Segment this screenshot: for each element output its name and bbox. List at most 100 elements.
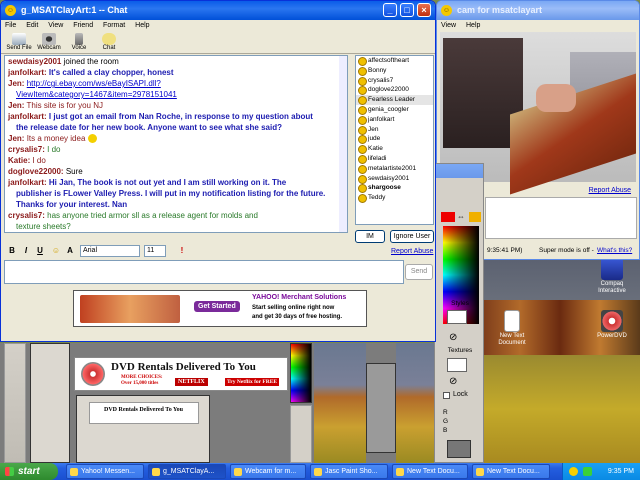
im-button[interactable]: IM (355, 230, 385, 243)
chat-message: janfolkart: It's called a clay chopper, … (8, 67, 344, 78)
palette-title-bar[interactable] (435, 164, 483, 178)
user-list-item[interactable]: Katie (356, 144, 433, 154)
texture-swatch[interactable] (447, 358, 467, 372)
webcam-report-abuse-link[interactable]: Report Abuse (589, 187, 631, 194)
menu-view[interactable]: View (48, 22, 63, 29)
style-swatch[interactable] (447, 310, 467, 324)
webcam-window-icon: ☺ (441, 5, 452, 16)
message-user: doglove22000: (8, 167, 64, 176)
taskbar-chat[interactable]: g_MSATClayA... (148, 464, 226, 479)
bold-button[interactable]: B (6, 245, 18, 257)
menu-file[interactable]: File (5, 22, 16, 29)
start-button[interactable]: start (0, 463, 58, 480)
desktop: Compaq Interactive New Text Document Pow… (0, 0, 640, 480)
minimize-button[interactable]: _ (383, 3, 397, 17)
ignore-user-button[interactable]: Ignore User (390, 230, 434, 243)
super-mode-status: Super mode is off - (539, 247, 594, 254)
ad-get-started-button[interactable]: Get Started (194, 301, 240, 312)
smiley-picker-icon[interactable]: ☺ (50, 245, 62, 257)
size-select[interactable]: 11 (144, 245, 166, 257)
message-user: Jen: (8, 101, 25, 110)
chat-message: crysalis7: has anyone tried armor sll as… (8, 210, 344, 221)
clock[interactable]: 9:35 PM (608, 468, 634, 475)
chat-label: Chat (102, 45, 116, 51)
menu-help[interactable]: Help (135, 22, 149, 29)
user-list-item[interactable]: Bonny (356, 66, 433, 76)
chat-title-bar[interactable]: ☺ g_MSATClayArt:1 -- Chat _ □ × (1, 1, 435, 20)
alert-icon[interactable]: ! (176, 245, 188, 257)
user-list-item[interactable]: janfolkart (356, 115, 433, 125)
message-text: joined the room (63, 57, 119, 66)
webcam-menu-help[interactable]: Help (466, 22, 480, 29)
no-style-icon[interactable]: ⊘ (449, 332, 457, 343)
menu-friend[interactable]: Friend (73, 22, 93, 29)
user-list-item[interactable]: Jen (356, 125, 433, 135)
menu-edit[interactable]: Edit (26, 22, 38, 29)
user-list-item[interactable]: Fearless Leader (356, 95, 433, 105)
room-user-list[interactable]: affectsoftheart Bonny crysalis7 doglove2… (355, 55, 434, 225)
rgb-g-label: G (443, 418, 449, 425)
ad-dvd-sub1: MORE CHOICES: (121, 375, 163, 380)
send-file-button[interactable]: Send File (5, 33, 33, 51)
italic-button[interactable]: I (20, 245, 32, 257)
foreground-swatch[interactable] (441, 212, 455, 222)
no-texture-icon[interactable]: ⊘ (449, 376, 457, 387)
desktop-icon-powerdvd[interactable]: PowerDVD (588, 310, 636, 340)
font-select[interactable]: Arial (80, 245, 140, 257)
close-button[interactable]: × (417, 3, 431, 17)
user-list-item[interactable]: genia_coogler (356, 105, 433, 115)
lock-checkbox[interactable] (443, 392, 450, 399)
taskbar-paint-shop[interactable]: Jasc Paint Sho... (310, 464, 388, 479)
ebay-link-cont[interactable]: ViewItem&category=1467&item=2978151041 (16, 90, 177, 99)
user-list-item[interactable]: affectsoftheart (356, 56, 433, 66)
webcam-menu-view[interactable]: View (441, 22, 456, 29)
user-list-item[interactable]: crysalis7 (356, 76, 433, 86)
message-user: crysalis7: (8, 145, 45, 154)
message-user: Jen: (8, 79, 25, 88)
tray-messenger-icon[interactable] (569, 467, 578, 476)
message-text: the release date for her new book. Anyon… (16, 123, 282, 132)
message-text: publisher is FLower Valley Press. I will… (16, 189, 326, 198)
background-swatch[interactable] (469, 212, 481, 222)
swap-colors-icon[interactable]: ⇔ (457, 212, 465, 221)
background-ad[interactable]: DVD Rentals Delivered To You MORE CHOICE… (74, 357, 288, 391)
user-list-item[interactable]: Teddy (356, 193, 433, 203)
taskbar-yahoo-messenger[interactable]: Yahoo! Messen... (66, 464, 144, 479)
message-user: Jen: (8, 134, 25, 143)
color-picker-icon[interactable]: A (64, 245, 76, 257)
webcam-button[interactable]: Webcam (35, 33, 63, 51)
message-text: Sure (65, 167, 83, 176)
desktop-icon-new-text-document[interactable]: New Text Document (488, 310, 536, 347)
send-button[interactable]: Send (405, 264, 433, 280)
message-text: Thanks for your interest. Nan (16, 200, 128, 209)
yahoo-merchant-ad[interactable]: Get Started YAHOO! Merchant Solutions St… (73, 290, 367, 327)
taskbar-text-doc-1[interactable]: New Text Docu... (392, 464, 468, 479)
taskbar-webcam[interactable]: Webcam for m... (230, 464, 306, 479)
message-input[interactable] (4, 260, 404, 284)
underline-button[interactable]: U (34, 245, 46, 257)
user-list-item[interactable]: sewdaisy2001 (356, 174, 433, 184)
chat-message: janfolkart: I just got an email from Nan… (8, 111, 344, 122)
user-list-item[interactable]: jude (356, 134, 433, 145)
rgb-b-label: B (443, 427, 448, 434)
message-user: Katie: (8, 156, 31, 165)
user-list-item[interactable]: doglove22000 (356, 85, 433, 96)
ebay-link[interactable]: http://cgi.ebay.com/ws/eBayISAPI.dll? (27, 79, 161, 88)
desktop-icon-compaq[interactable]: Compaq Interactive (588, 258, 636, 295)
voice-button[interactable]: Voice (65, 33, 93, 51)
maximize-button[interactable]: □ (400, 3, 414, 17)
webcam-title-bar[interactable]: ☺ cam for msatclayart (437, 1, 639, 20)
chat-report-abuse-link[interactable]: Report Abuse (391, 248, 433, 255)
chat-message-log[interactable]: sewdaisy2001 joined the room janfolkart:… (4, 55, 348, 233)
tray-network-icon[interactable] (583, 467, 592, 476)
user-list-item[interactable]: lifeladi (356, 154, 433, 164)
user-list-item[interactable]: shargoose (356, 183, 433, 194)
nested-wallpaper-1 (314, 343, 366, 463)
message-user: sewdaisy2001 (8, 57, 62, 66)
chat-button[interactable]: Chat (95, 33, 123, 51)
chat-scrollbar[interactable] (339, 56, 347, 232)
user-list-item[interactable]: metalartiste2001 (356, 164, 433, 174)
menu-format[interactable]: Format (103, 22, 125, 29)
taskbar-text-doc-2[interactable]: New Text Docu... (472, 464, 550, 479)
whats-this-link[interactable]: What's this? (597, 247, 632, 254)
